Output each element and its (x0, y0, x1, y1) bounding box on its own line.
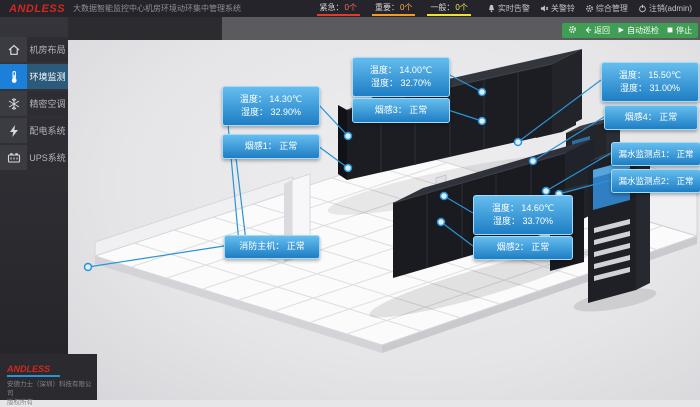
callout-temp-humidity-right: 温度： 15.50℃ 湿度： 31.00% (601, 62, 699, 102)
alarm-badge-critical[interactable]: 紧急：0个 (317, 1, 360, 16)
home-icon (0, 37, 27, 62)
humidity-value: 湿度： 32.90% (223, 106, 319, 120)
smoke-status: 烟感4： 正常 (605, 111, 697, 125)
menu-label: 关警铃 (551, 3, 575, 14)
sidebar-nav: 机房布局 环境监测 精密空调 配电系统 UPS系统 (0, 17, 68, 400)
sidebar-item-room-layout[interactable]: 机房布局 (0, 37, 68, 62)
leak-status: 漏水监测点1： 正常 (612, 148, 700, 161)
menu-label: 注销(admin) (649, 3, 692, 14)
brand-logo: ANDLESS (0, 3, 73, 15)
alarm-label: 重要： (375, 2, 399, 13)
alarm-label: 紧急： (320, 2, 344, 13)
thermometer-icon (0, 64, 27, 89)
play-icon (617, 26, 625, 36)
fire-host-status: 消防主机： 正常 (225, 240, 319, 254)
view-settings-button[interactable] (568, 25, 577, 36)
temperature-value: 温度： 14.00℃ (353, 64, 449, 78)
callout-fire-host: 消防主机： 正常 (224, 235, 320, 259)
header-menu: 实时告警 关警铃 综合管理 注销(admin) (487, 3, 692, 14)
callout-temp-humidity-bottom: 温度： 14.60℃ 湿度： 33.70% (473, 195, 573, 235)
sidebar-item-environment-monitor[interactable]: 环境监测 (0, 64, 68, 89)
alarm-badge-minor[interactable]: 一般：0个 (427, 1, 470, 16)
humidity-value: 湿度： 32.70% (353, 77, 449, 91)
footer-company: 安德力士（深圳）科技有限公司 (7, 380, 97, 398)
alarm-label: 一般： (430, 2, 454, 13)
smoke-status: 烟感3： 正常 (353, 104, 449, 118)
page-title: 大数据智能监控中心机房环境动环集中管理系统 (73, 3, 241, 14)
menu-item-admin[interactable]: 综合管理 (585, 3, 628, 14)
back-button[interactable]: 返回 (584, 25, 610, 36)
speaker-icon (540, 4, 549, 13)
alarm-count: 0个 (400, 2, 412, 13)
callout-temp-humidity-mid: 温度： 14.00℃ 湿度： 32.70% (352, 57, 450, 97)
stop-icon (666, 26, 674, 36)
menu-label: 实时告警 (498, 3, 530, 14)
smoke-status: 烟感2： 正常 (474, 241, 572, 255)
snowflake-icon (0, 91, 27, 116)
sidebar-item-power-distribution[interactable]: 配电系统 (0, 118, 68, 143)
top-header: ANDLESS 大数据智能监控中心机房环境动环集中管理系统 紧急：0个 重要：0… (0, 0, 700, 17)
room-selector-area[interactable] (68, 17, 222, 40)
sidebar-item-label: UPS系统 (27, 145, 68, 170)
callout-water-leak-1: 漏水监测点1： 正常 (611, 142, 700, 166)
menu-item-mute-alarm-bell[interactable]: 关警铃 (540, 3, 575, 14)
sub-header-bar: 返回 自动巡检 停止 (68, 17, 700, 40)
callout-smoke-sensor-4: 烟感4： 正常 (604, 105, 698, 130)
alarm-count: 0个 (455, 2, 467, 13)
sidebar-item-precision-ac[interactable]: 精密空调 (0, 91, 68, 116)
temperature-value: 温度： 15.50℃ (602, 69, 698, 83)
footer-brand: ANDLESS 安德力士（深圳）科技有限公司 版权所有 (0, 354, 97, 400)
alarm-badge-major[interactable]: 重要：0个 (372, 1, 415, 16)
menu-item-logout[interactable]: 注销(admin) (638, 3, 692, 14)
menu-label: 综合管理 (596, 3, 628, 14)
smoke-status: 烟感1： 正常 (223, 140, 319, 154)
sidebar-item-label: 机房布局 (27, 37, 68, 62)
temperature-value: 温度： 14.60℃ (474, 202, 572, 216)
view-toolbar: 返回 自动巡检 停止 (562, 23, 698, 38)
lightning-icon (0, 118, 27, 143)
gear-icon (568, 25, 577, 36)
callout-smoke-sensor-3: 烟感3： 正常 (352, 98, 450, 123)
callout-temp-humidity-left: 温度： 14.30℃ 湿度： 32.90% (222, 86, 320, 126)
sidebar-item-ups-system[interactable]: UPS系统 (0, 145, 68, 170)
callout-smoke-sensor-1: 烟感1： 正常 (222, 134, 320, 159)
callout-smoke-sensor-2: 烟感2： 正常 (473, 236, 573, 260)
alarm-counters: 紧急：0个 重要：0个 一般：0个 (317, 1, 471, 16)
back-label: 返回 (594, 25, 610, 36)
stop-button[interactable]: 停止 (666, 25, 692, 36)
sidebar-item-label: 配电系统 (27, 118, 68, 143)
return-arrow-icon (584, 26, 592, 36)
leak-status: 漏水监测点2： 正常 (612, 175, 700, 188)
callout-water-leak-2: 漏水监测点2： 正常 (611, 169, 700, 193)
menu-item-realtime-alarm[interactable]: 实时告警 (487, 3, 530, 14)
auto-patrol-button[interactable]: 自动巡检 (617, 25, 659, 36)
temperature-value: 温度： 14.30℃ (223, 93, 319, 107)
humidity-value: 湿度： 31.00% (602, 82, 698, 96)
bell-icon (487, 4, 496, 13)
humidity-value: 湿度： 33.70% (474, 215, 572, 229)
alarm-count: 0个 (345, 2, 357, 13)
gear-icon (585, 4, 594, 13)
battery-icon (0, 145, 27, 170)
auto-patrol-label: 自动巡检 (627, 25, 659, 36)
sidebar-item-label: 精密空调 (27, 91, 68, 116)
power-icon (638, 4, 647, 13)
sidebar-item-label: 环境监测 (27, 64, 68, 89)
stop-label: 停止 (676, 25, 692, 36)
footer-logo: ANDLESS (7, 364, 60, 377)
